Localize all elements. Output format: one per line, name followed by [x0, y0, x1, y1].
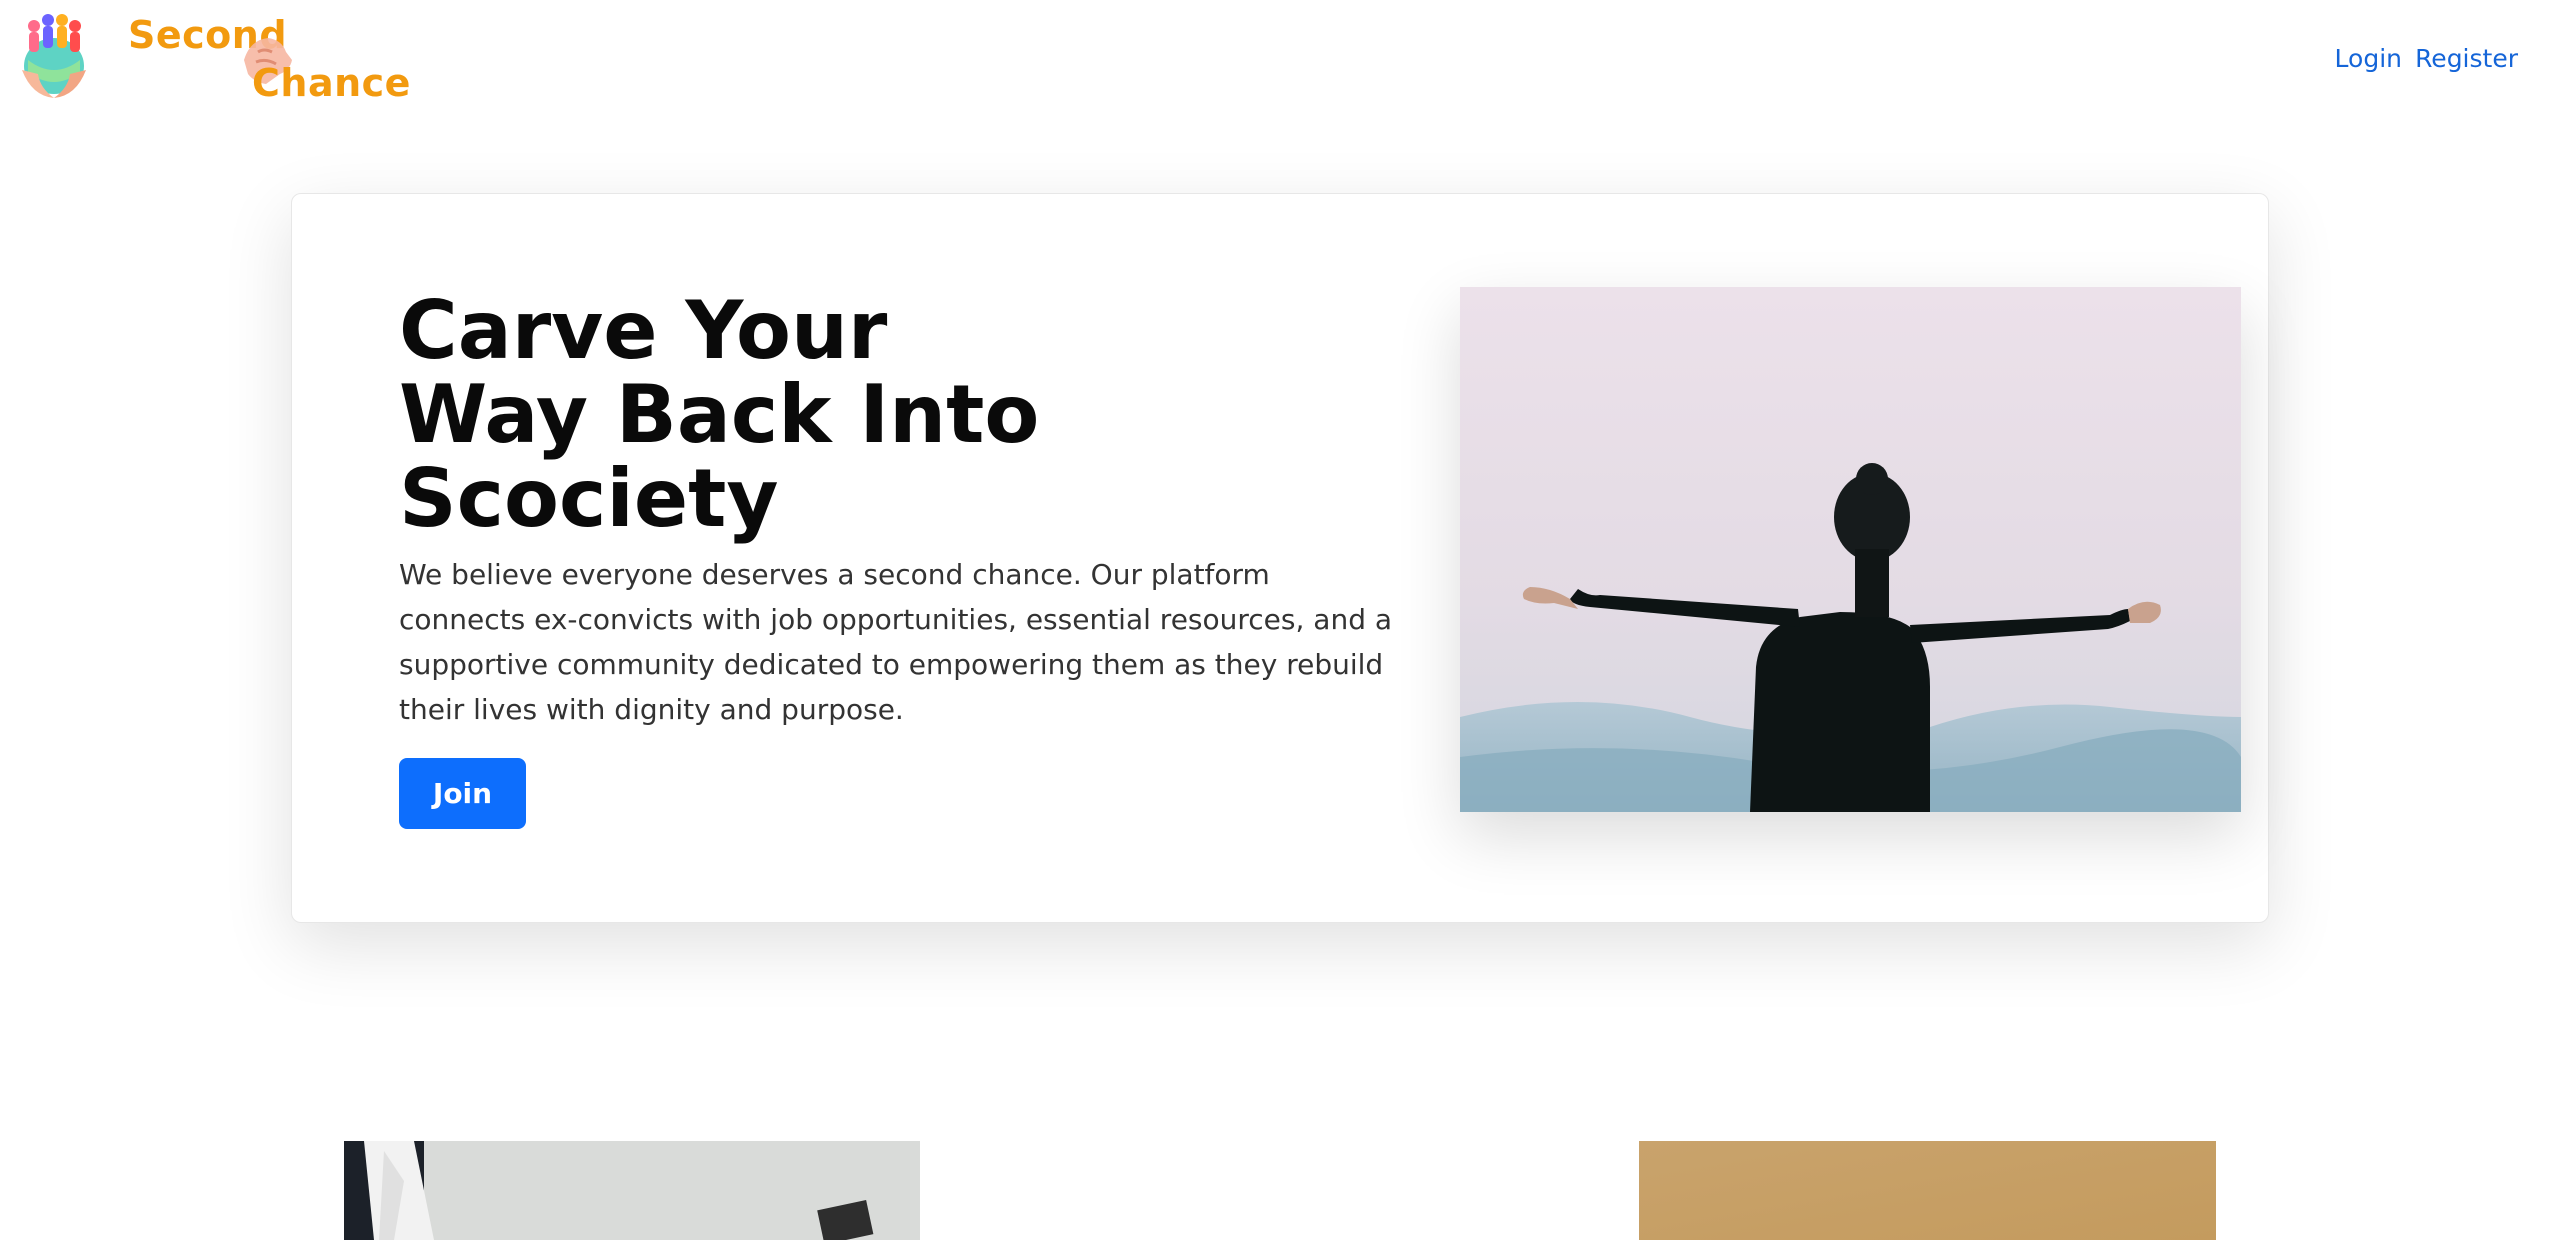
hero-description: We believe everyone deserves a second ch…	[399, 558, 1393, 726]
register-link[interactable]: Register	[2415, 44, 2518, 74]
hero-title-line1: Carve Your	[399, 284, 888, 377]
hero-card: Carve Your Way Back Into Scociety We bel…	[291, 193, 2269, 923]
hero-title: Carve Your Way Back Into Scociety	[399, 289, 1119, 541]
hero-title-line3: Scociety	[399, 452, 779, 545]
login-link[interactable]: Login	[2335, 44, 2402, 74]
join-button[interactable]: Join	[399, 758, 526, 829]
brand-name-line2[interactable]: Chance	[252, 64, 411, 102]
hero-title-line2: Way Back Into	[399, 368, 1040, 461]
people-globe-hands-icon	[22, 14, 86, 98]
man-arms-outstretched-photo	[1460, 287, 2241, 812]
office-person-photo	[344, 1141, 920, 1240]
gold-texture-photo	[1639, 1141, 2216, 1240]
